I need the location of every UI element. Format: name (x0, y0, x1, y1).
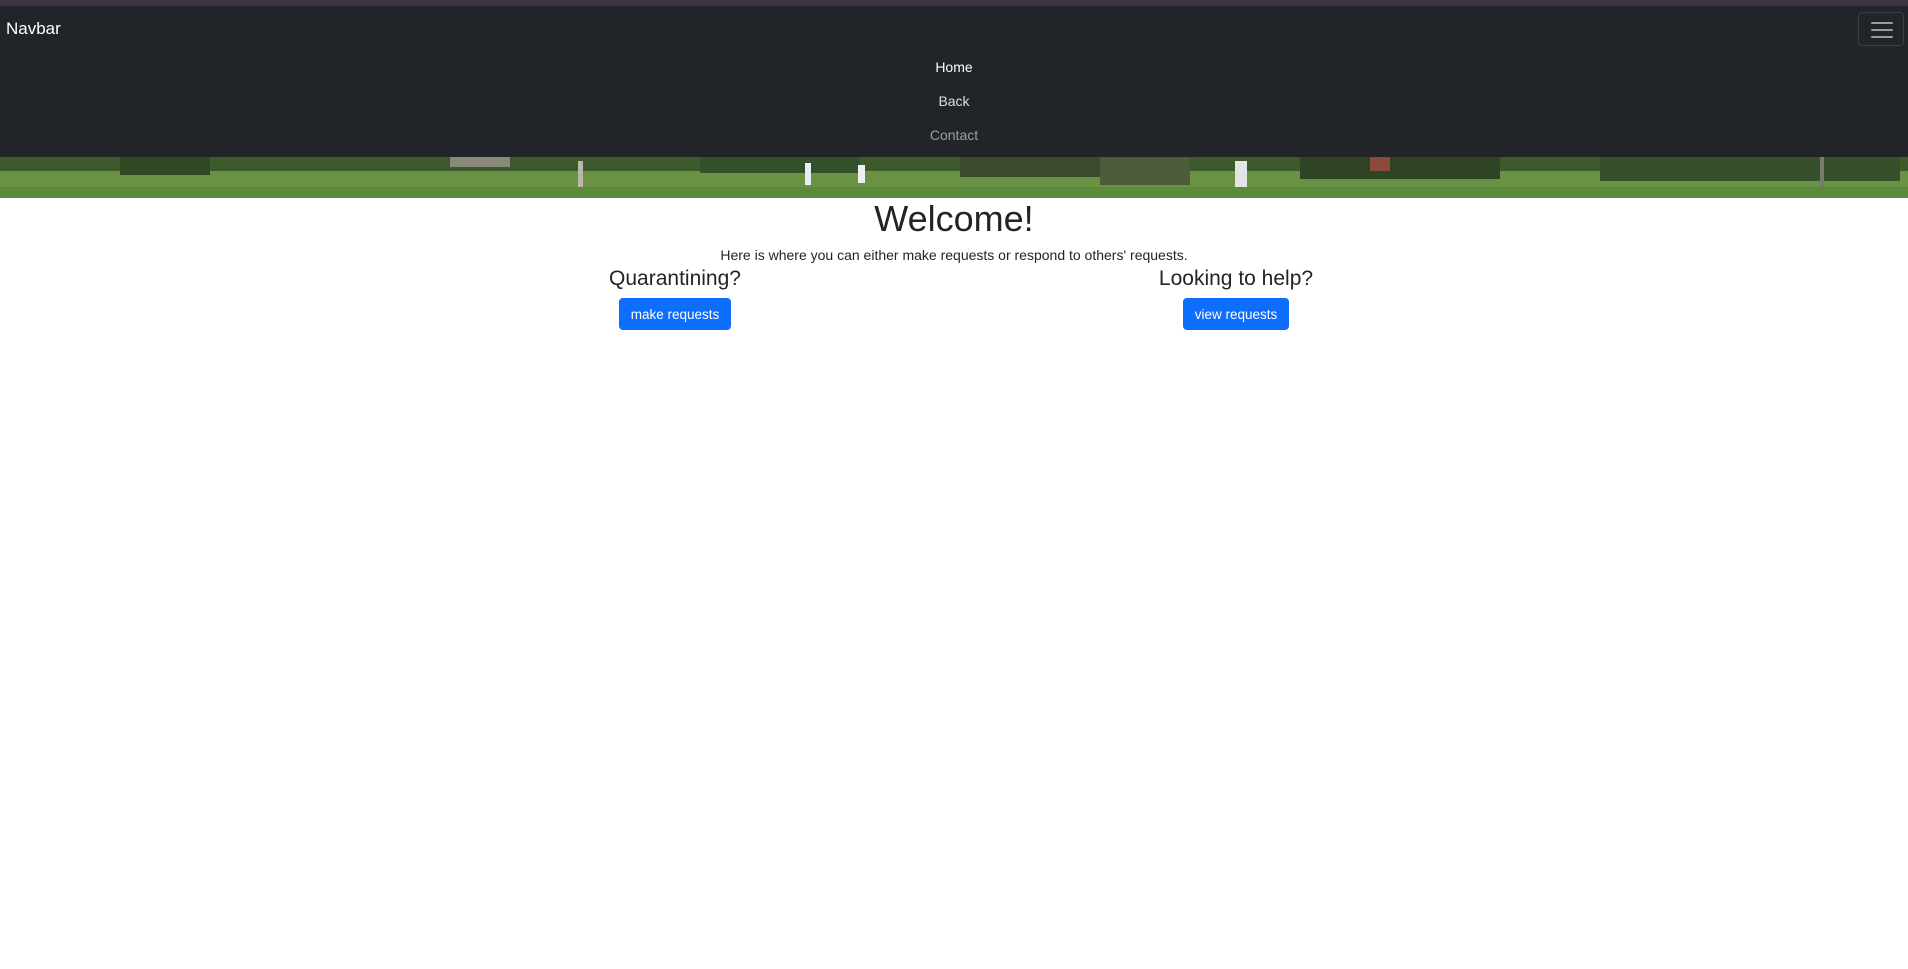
make-requests-button[interactable]: make requests (618, 298, 732, 330)
hamburger-menu-icon-bar (1871, 29, 1893, 31)
page-subtitle: Here is where you can either make reques… (720, 247, 1188, 263)
navbar: Navbar Home Back Contact (0, 6, 1908, 157)
hamburger-menu-icon (1871, 22, 1893, 24)
view-requests-button[interactable]: view requests (1182, 298, 1290, 330)
nav-link-back[interactable]: Back (0, 84, 1908, 118)
navbar-brand[interactable]: Navbar (6, 18, 61, 40)
nav-link-home[interactable]: Home (0, 50, 1908, 84)
looking-to-help-section: Looking to help? view requests (1116, 266, 1356, 330)
page-title: Welcome! (874, 198, 1034, 239)
nav-link-contact[interactable]: Contact (0, 118, 1908, 152)
hamburger-menu-icon-bar (1871, 36, 1893, 38)
quarantining-section: Quarantining? make requests (555, 266, 795, 330)
navbar-toggler-button[interactable] (1858, 12, 1904, 46)
looking-to-help-heading: Looking to help? (1158, 267, 1314, 290)
quarantining-heading: Quarantining? (609, 267, 741, 290)
nav-links: Home Back Contact (0, 50, 1908, 152)
hero-banner-image (0, 157, 1908, 198)
